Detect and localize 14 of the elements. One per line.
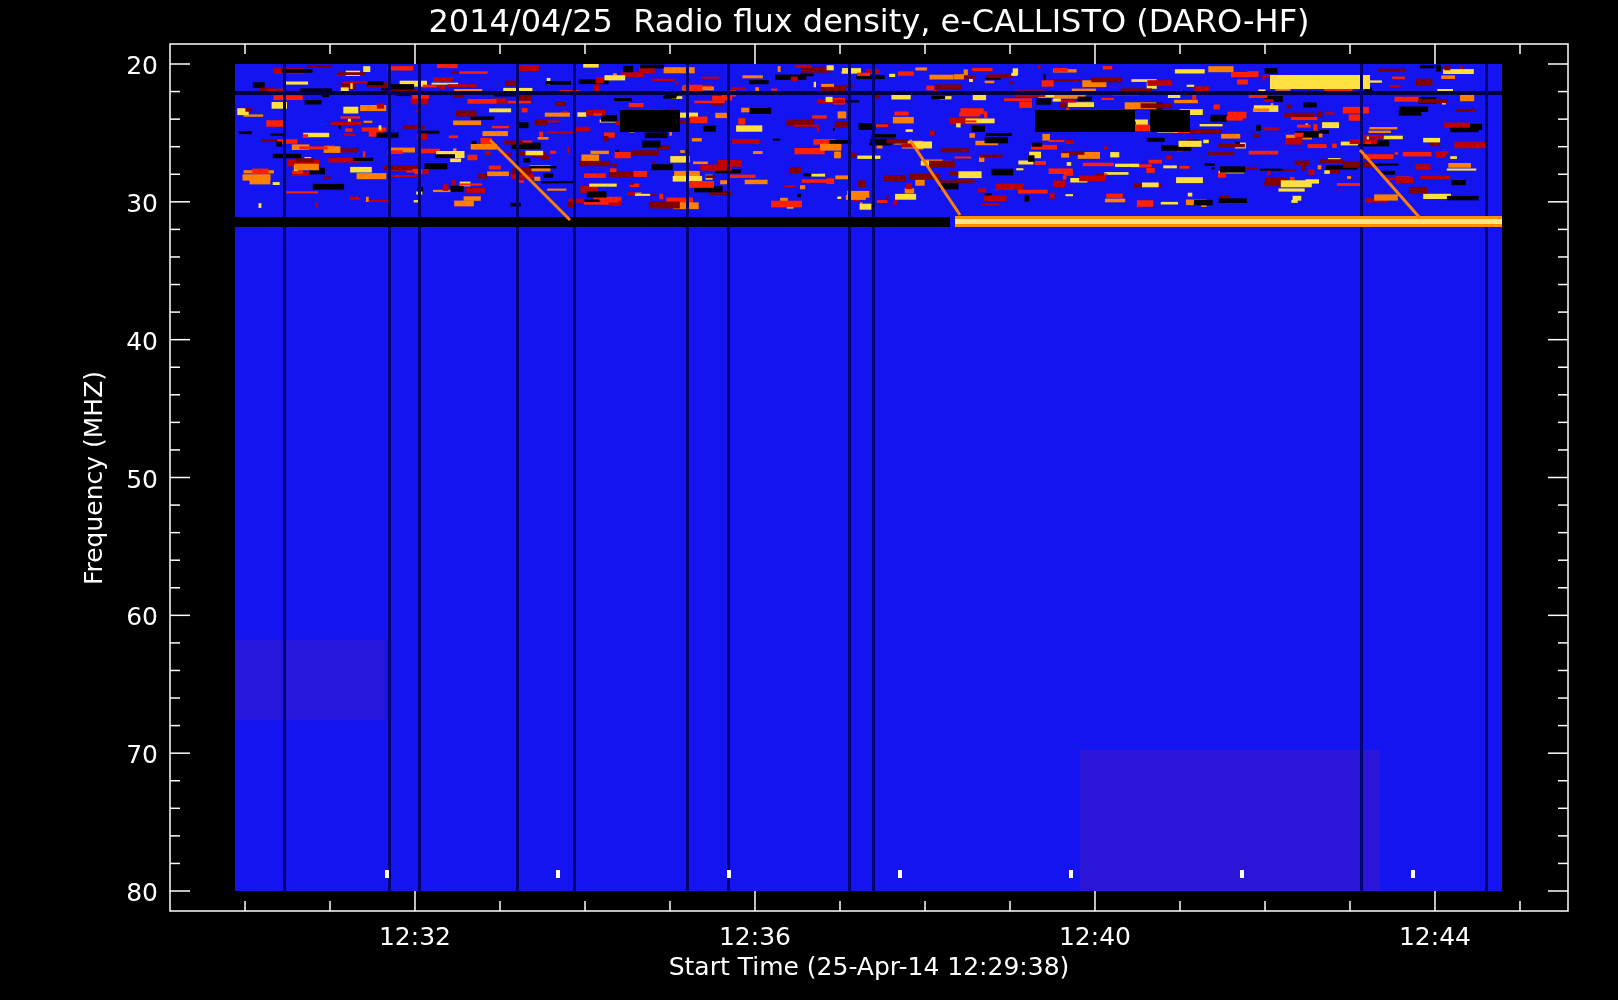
y-tick-label: 50 <box>126 464 158 494</box>
plot-title: 2014/04/25 Radio flux density, e-CALLISTO (DARO-HF) <box>428 2 1310 40</box>
y-tick-label: 60 <box>126 602 158 632</box>
x-tick-label: 12:44 <box>1399 922 1471 951</box>
x-tick-label: 12:32 <box>379 922 451 951</box>
y-tick-label: 70 <box>126 740 158 770</box>
y-tick-label: 40 <box>126 326 158 356</box>
y-tick-label: 80 <box>126 878 158 907</box>
y-tick-label: 20 <box>126 51 158 80</box>
x-tick-label: 12:36 <box>719 922 791 951</box>
y-axis-label: Frequency (MHZ) <box>79 370 108 586</box>
x-tick-label: 12:40 <box>1059 922 1131 951</box>
x-axis-label: Start Time (25-Apr-14 12:29:38) <box>668 952 1070 981</box>
y-tick-label: 30 <box>126 188 158 218</box>
